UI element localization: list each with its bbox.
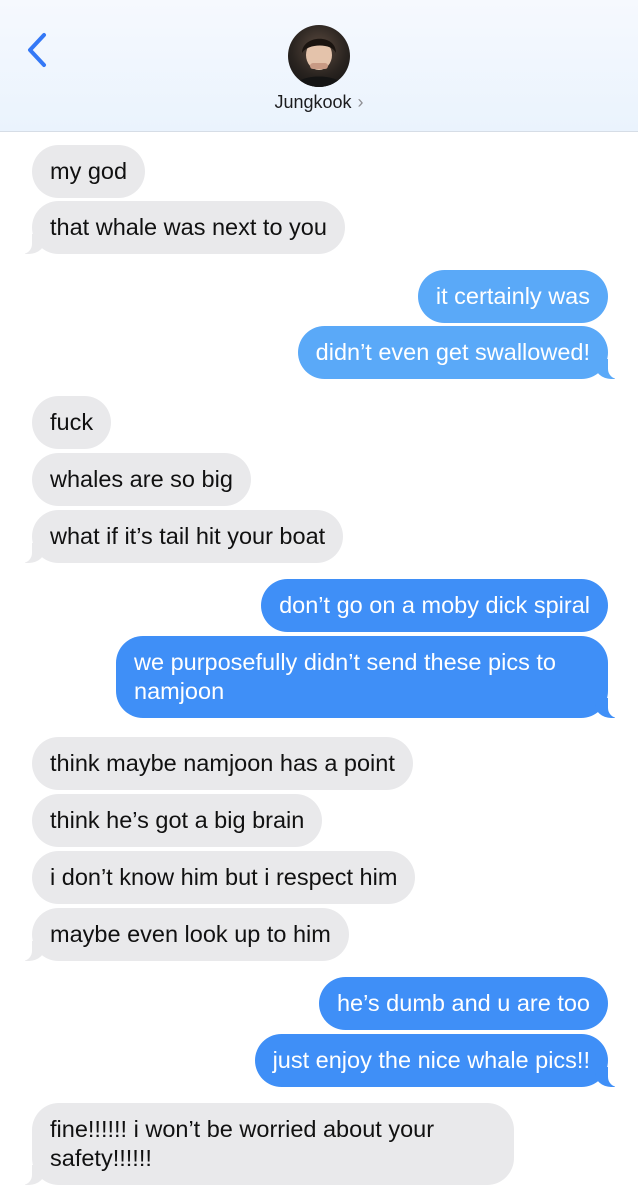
message-outgoing[interactable]: just enjoy the nice whale pics!! [254, 1034, 619, 1087]
message-incoming[interactable]: whales are so big [32, 453, 251, 506]
message-incoming[interactable]: think he’s got a big brain [32, 794, 323, 847]
message-outgoing[interactable]: he’s dumb and u are too [318, 977, 608, 1030]
message-outgoing[interactable]: didn’t even get swallowed! [297, 326, 619, 379]
message-incoming[interactable]: think maybe namjoon has a point [32, 737, 413, 790]
message-outgoing[interactable]: don’t go on a moby dick spiral [261, 579, 608, 632]
message-incoming[interactable]: that whale was next to you [22, 201, 345, 254]
message-incoming[interactable]: what if it’s tail hit your boat [21, 510, 344, 563]
message-incoming[interactable]: maybe even look up to him [22, 908, 349, 961]
message-incoming[interactable]: fine!!!!!! i won’t be worried about your… [22, 1103, 514, 1185]
message-outgoing[interactable]: it certainly was [417, 270, 608, 323]
message-outgoing[interactable]: we purposefully didn’t send these pics t… [116, 636, 618, 718]
message-incoming[interactable]: i don’t know him but i respect him [32, 851, 416, 904]
message-incoming[interactable]: fuck [32, 396, 112, 449]
message-incoming[interactable]: my god [32, 145, 146, 198]
message-thread: my god that whale was next to you it cer… [0, 0, 638, 1200]
